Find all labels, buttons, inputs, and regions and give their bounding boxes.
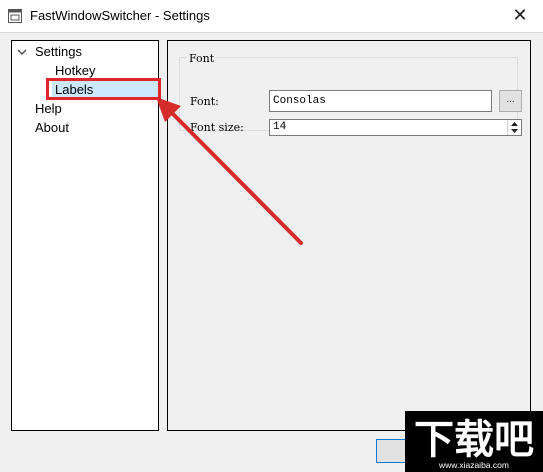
tree-item-label: About [35,120,69,135]
font-size-value: 14 [273,121,287,133]
tree-item-label: Hotkey [55,63,96,78]
tree-item-help[interactable]: Help [32,100,92,118]
tree-item-label: Labels [55,82,94,97]
tree-item-settings[interactable]: Settings [12,43,158,61]
tree-item-labels[interactable]: Labels [52,81,158,99]
font-label: Font: [190,95,219,108]
font-size-label: Font size: [190,121,244,134]
watermark-text: 下载吧 [414,417,534,463]
tree-item-label: Settings [35,44,82,59]
window-title: FastWindowSwitcher - Settings [30,8,210,23]
app-window-icon [8,9,22,23]
watermark-logo: 下载吧 www.xiazaiba.com [405,411,543,472]
title-bar: FastWindowSwitcher - Settings ✕ [0,0,543,33]
close-icon: ✕ [512,5,528,25]
font-group-title: Font [187,52,217,65]
font-groupbox: Font: Consolas ... Font size: 14 [179,57,522,136]
ellipsis-icon: ... [506,94,515,105]
spin-down-icon[interactable] [508,128,521,135]
spin-up-icon[interactable] [508,120,521,127]
settings-panel: Font: Consolas ... Font size: 14 Font [167,40,531,431]
tree-item-hotkey[interactable]: Hotkey [52,62,112,80]
settings-tree[interactable]: Settings Hotkey Labels Help About [11,40,159,431]
spin-buttons [507,120,521,135]
watermark-url: www.xiazaiba.com [438,460,509,470]
tree-item-about[interactable]: About [32,119,92,137]
font-field[interactable]: Consolas [269,90,492,112]
browse-font-button[interactable]: ... [499,90,522,112]
chevron-down-icon[interactable] [17,47,27,57]
font-size-spinbox[interactable]: 14 [269,119,522,136]
tree-item-label: Help [35,101,62,116]
close-button[interactable]: ✕ [497,0,543,32]
